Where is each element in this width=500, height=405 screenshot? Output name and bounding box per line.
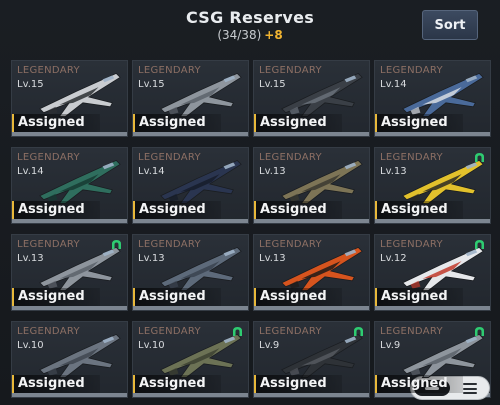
- assigned-badge: Assigned: [133, 288, 221, 306]
- reserve-count-value: (34/38): [217, 28, 262, 42]
- card-bottom-bar: [375, 306, 490, 310]
- assigned-badge: Assigned: [12, 375, 100, 393]
- assigned-badge: Assigned: [254, 201, 342, 219]
- level-label: Lv.13: [138, 253, 165, 264]
- level-label: Lv.9: [380, 340, 401, 351]
- card-bottom-bar: [254, 306, 369, 310]
- aircraft-card[interactable]: LEGENDARY Lv.14 Assigned: [11, 147, 128, 224]
- aircraft-card[interactable]: LEGENDARY Lv.10 Assigned: [11, 321, 128, 398]
- assigned-badge: Assigned: [133, 201, 221, 219]
- reserve-bonus: +8: [264, 28, 283, 42]
- card-bottom-bar: [375, 132, 490, 136]
- assigned-badge: Assigned: [12, 114, 100, 132]
- rarity-label: LEGENDARY: [259, 152, 322, 163]
- level-label: Lv.13: [259, 166, 286, 177]
- rarity-label: LEGENDARY: [17, 65, 80, 76]
- rarity-label: LEGENDARY: [17, 152, 80, 163]
- assigned-badge: Assigned: [12, 201, 100, 219]
- assigned-badge: Assigned: [375, 201, 463, 219]
- card-bottom-bar: [133, 393, 248, 397]
- boost-icon: [475, 327, 484, 336]
- level-label: Lv.9: [259, 340, 280, 351]
- rarity-label: LEGENDARY: [380, 152, 443, 163]
- aircraft-card[interactable]: LEGENDARY Lv.9 Assigned: [253, 321, 370, 398]
- level-label: Lv.13: [259, 253, 286, 264]
- assigned-badge: Assigned: [375, 375, 463, 393]
- assigned-badge: Assigned: [12, 288, 100, 306]
- aircraft-card[interactable]: LEGENDARY Lv.10 Assigned: [132, 321, 249, 398]
- boost-icon: [233, 327, 242, 336]
- level-label: Lv.13: [380, 166, 407, 177]
- rarity-label: LEGENDARY: [380, 65, 443, 76]
- panel-header: CSG Reserves (34/38) +8 Sort: [0, 0, 500, 52]
- assigned-badge: Assigned: [133, 375, 221, 393]
- rarity-label: LEGENDARY: [259, 239, 322, 250]
- level-label: Lv.10: [17, 340, 44, 351]
- reserves-panel: CSG Reserves (34/38) +8 Sort LEGENDARY Lv.…: [0, 0, 500, 405]
- card-bottom-bar: [375, 219, 490, 223]
- boost-icon: [475, 240, 484, 249]
- card-bottom-bar: [254, 132, 369, 136]
- assigned-badge: Assigned: [254, 288, 342, 306]
- aircraft-card[interactable]: LEGENDARY Lv.13 Assigned: [374, 147, 491, 224]
- rarity-label: LEGENDARY: [17, 326, 80, 337]
- card-bottom-bar: [254, 393, 369, 397]
- rarity-label: LEGENDARY: [17, 239, 80, 250]
- aircraft-card[interactable]: LEGENDARY Lv.12 Assigned: [374, 234, 491, 311]
- aircraft-card[interactable]: LEGENDARY Lv.13 Assigned: [132, 234, 249, 311]
- assigned-badge: Assigned: [375, 288, 463, 306]
- boost-icon: [354, 327, 363, 336]
- card-bottom-bar: [133, 132, 248, 136]
- card-bottom-bar: [12, 393, 127, 397]
- rarity-label: LEGENDARY: [259, 65, 322, 76]
- card-bottom-bar: [12, 132, 127, 136]
- level-label: Lv.14: [138, 166, 165, 177]
- aircraft-card[interactable]: LEGENDARY Lv.14 Assigned: [374, 60, 491, 137]
- rarity-label: LEGENDARY: [138, 239, 201, 250]
- sort-button[interactable]: Sort: [422, 10, 478, 40]
- card-bottom-bar: [133, 306, 248, 310]
- level-label: Lv.15: [17, 79, 44, 90]
- rarity-label: LEGENDARY: [380, 326, 443, 337]
- rarity-label: LEGENDARY: [380, 239, 443, 250]
- level-label: Lv.15: [259, 79, 286, 90]
- boost-icon: [475, 153, 484, 162]
- aircraft-card[interactable]: LEGENDARY Lv.13 Assigned: [253, 147, 370, 224]
- card-bottom-bar: [254, 219, 369, 223]
- level-label: Lv.10: [138, 340, 165, 351]
- aircraft-card[interactable]: LEGENDARY Lv.14 Assigned: [132, 147, 249, 224]
- assigned-badge: Assigned: [375, 114, 463, 132]
- aircraft-card[interactable]: LEGENDARY Lv.13 Assigned: [11, 234, 128, 311]
- assigned-badge: Assigned: [254, 114, 342, 132]
- level-label: Lv.12: [380, 253, 407, 264]
- level-label: Lv.14: [380, 79, 407, 90]
- rarity-label: LEGENDARY: [138, 65, 201, 76]
- aircraft-card[interactable]: LEGENDARY Lv.15 Assigned: [11, 60, 128, 137]
- level-label: Lv.14: [17, 166, 44, 177]
- rarity-label: LEGENDARY: [259, 326, 322, 337]
- aircraft-card[interactable]: LEGENDARY Lv.13 Assigned: [253, 234, 370, 311]
- aircraft-card[interactable]: LEGENDARY Lv.15 Assigned: [132, 60, 249, 137]
- card-bottom-bar: [133, 219, 248, 223]
- aircraft-grid: LEGENDARY Lv.15 Assigned LEGENDARY Lv.15 Assi…: [11, 60, 500, 405]
- assigned-badge: Assigned: [254, 375, 342, 393]
- card-bottom-bar: [12, 219, 127, 223]
- level-label: Lv.13: [17, 253, 44, 264]
- rarity-label: LEGENDARY: [138, 326, 201, 337]
- aircraft-card[interactable]: LEGENDARY Lv.15 Assigned: [253, 60, 370, 137]
- card-bottom-bar: [12, 306, 127, 310]
- rarity-label: LEGENDARY: [138, 152, 201, 163]
- boost-icon: [112, 240, 121, 249]
- assigned-badge: Assigned: [133, 114, 221, 132]
- level-label: Lv.15: [138, 79, 165, 90]
